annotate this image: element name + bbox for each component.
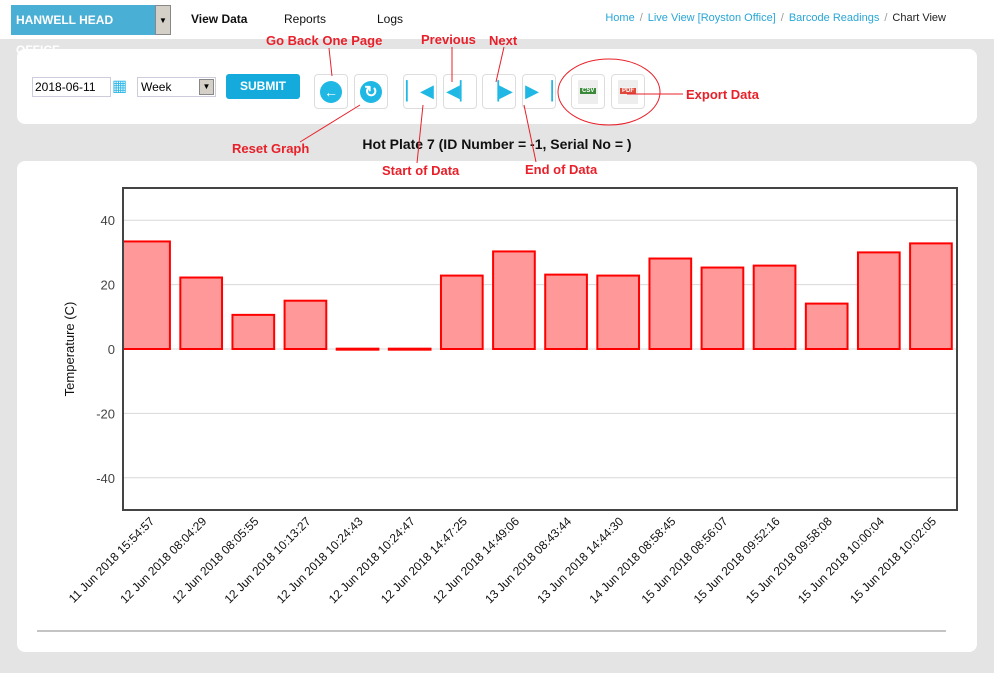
x-tick-label: 15 Jun 2018 10:02:05	[847, 514, 939, 606]
bar	[804, 302, 849, 350]
y-axis-label: Temperature (C)	[62, 302, 77, 397]
bar	[335, 347, 380, 351]
x-tick-label: 15 Jun 2018 10:00:04	[795, 514, 887, 606]
annotation-export: Export Data	[686, 87, 759, 102]
annotation-previous: Previous	[421, 32, 476, 47]
x-tick-label: 12 Jun 2018 08:04:29	[117, 514, 209, 606]
x-tick-label: 13 Jun 2018 14:44:30	[534, 514, 626, 606]
bar	[387, 347, 432, 351]
x-tick-label: 15 Jun 2018 09:52:16	[691, 514, 783, 606]
bar	[544, 273, 588, 351]
bar	[909, 242, 953, 350]
x-tick-label: 11 Jun 2018 15:54:57	[66, 514, 158, 606]
annotation-end: End of Data	[525, 162, 598, 177]
x-tick-label: 15 Jun 2018 09:58:08	[743, 514, 835, 606]
bar	[856, 251, 901, 350]
bar	[648, 257, 693, 351]
bar	[752, 264, 797, 350]
annotation-next: Next	[489, 33, 518, 48]
bar	[231, 313, 276, 351]
y-tick-label: 40	[101, 213, 115, 228]
annotation-go-back: Go Back One Page	[266, 33, 383, 48]
bar	[596, 274, 641, 351]
x-tick-label: 12 Jun 2018 10:24:47	[326, 514, 418, 606]
bar-chart: 40200-20-4011 Jun 2018 15:54:5712 Jun 20…	[37, 187, 958, 632]
bar	[439, 274, 484, 351]
y-tick-label: -40	[96, 471, 115, 486]
bar	[179, 276, 224, 350]
x-tick-label: 12 Jun 2018 10:13:27	[222, 514, 314, 606]
x-tick-label: 12 Jun 2018 08:05:55	[169, 514, 261, 606]
annotation-reset: Reset Graph	[232, 141, 310, 156]
x-tick-label: 12 Jun 2018 14:47:25	[378, 514, 470, 606]
bar	[122, 240, 171, 350]
x-tick-label: 14 Jun 2018 08:58:45	[586, 514, 678, 606]
bar	[283, 299, 328, 351]
x-tick-label: 12 Jun 2018 14:49:06	[430, 514, 522, 606]
y-tick-label: 0	[108, 342, 115, 357]
x-tick-label: 12 Jun 2018 10:24:43	[274, 514, 366, 606]
y-tick-label: -20	[96, 406, 115, 421]
annotation-start: Start of Data	[382, 163, 460, 178]
x-tick-label: 15 Jun 2018 08:56:07	[639, 514, 731, 606]
bar	[492, 250, 536, 351]
bar	[700, 266, 745, 350]
y-tick-label: 20	[101, 278, 115, 293]
x-tick-label: 13 Jun 2018 08:43:44	[482, 514, 574, 606]
